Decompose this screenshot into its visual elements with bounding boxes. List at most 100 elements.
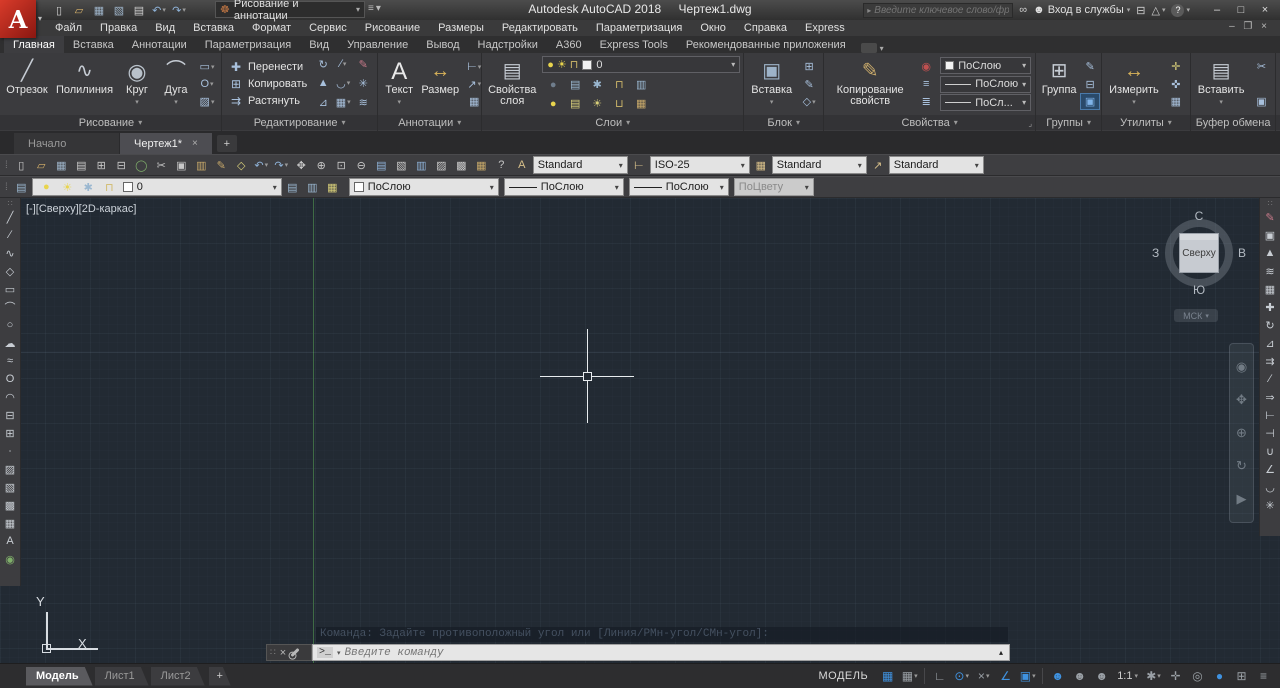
create-block-icon[interactable]: ⊞ — [799, 58, 819, 75]
annotation-scale-icon[interactable]: ☻ — [1091, 666, 1112, 686]
new-file-icon[interactable]: ▯ — [50, 2, 68, 18]
insert-block-icon[interactable]: ⊟ — [1, 406, 20, 424]
cut-icon[interactable]: ✂ — [152, 156, 171, 174]
tab-home[interactable]: Главная — [4, 36, 64, 53]
multileader-icon[interactable]: ↗▾ — [464, 76, 484, 93]
measure-button[interactable]: ↔ Измерить ▾ — [1106, 55, 1162, 113]
stretch-icon[interactable]: ⇉ — [1261, 352, 1280, 370]
ellipse-arc-icon[interactable]: ◠ — [1, 388, 20, 406]
break-at-point-icon[interactable]: ⊢ — [1261, 406, 1280, 424]
new-layout-button[interactable]: + — [209, 667, 231, 686]
search-icon[interactable]: ∞ — [1019, 4, 1027, 16]
wrench-icon[interactable] — [291, 648, 300, 657]
pan-hand-icon[interactable]: ✥ — [1236, 392, 1247, 408]
block-editor-icon[interactable]: ◇ — [232, 156, 251, 174]
toolbar-grip[interactable]: ∷ — [4, 200, 15, 208]
layer-select-combo[interactable]: ●☀⊓ 0 ▾ — [542, 56, 740, 73]
layer-walk-icon[interactable]: ▥ — [630, 75, 652, 94]
save-as-icon[interactable]: ▧ — [110, 2, 128, 18]
dialog-launcher-icon[interactable]: ⌟ — [1028, 119, 1032, 128]
designcenter-icon[interactable]: ▧ — [392, 156, 411, 174]
zoom-window-icon[interactable]: ⊡ — [332, 156, 351, 174]
ellipse-tool-icon[interactable]: Ο▾ — [197, 76, 217, 93]
toolbar-grip[interactable]: ⁞ — [2, 182, 11, 193]
cut-icon[interactable]: ✂ — [1251, 58, 1271, 75]
polyline-icon[interactable]: ∿ — [1, 244, 20, 262]
panel-title-properties[interactable]: Свойства▾⌟ — [824, 115, 1035, 130]
group-selection-icon[interactable]: ▣ — [1080, 93, 1100, 110]
a360-icon[interactable]: △▾ — [1152, 4, 1166, 17]
publish-icon[interactable]: ⊟ — [112, 156, 131, 174]
annotation-visibility-icon[interactable]: ☻ — [1047, 666, 1068, 686]
command-input[interactable] — [345, 647, 995, 659]
drawing-tab[interactable]: Чертеж1* × — [120, 133, 212, 154]
customization-icon[interactable]: ≡ — [1253, 666, 1274, 686]
help-button[interactable]: ?▾ — [1171, 4, 1190, 17]
restore-button[interactable]: □ — [1230, 2, 1252, 18]
autoscale-icon[interactable]: ☻ — [1069, 666, 1090, 686]
isolate-layer-icon[interactable]: ▤ — [564, 75, 586, 94]
rectangle-tool-icon[interactable]: ▭▾ — [197, 58, 217, 75]
quick-select-icon[interactable]: ✜ — [1166, 76, 1186, 93]
unlock-layer-icon[interactable]: ⊔ — [608, 94, 630, 113]
ellipse-icon[interactable]: Ο — [1, 370, 20, 388]
viewport-controls[interactable]: [-][Сверху][2D-каркас] — [26, 203, 136, 215]
panel-title-clipboard[interactable]: Буфер обмена — [1191, 115, 1276, 130]
logo-caret-icon[interactable]: ▾ — [38, 14, 42, 23]
sheet-set-manager-icon[interactable]: ▨ — [432, 156, 451, 174]
block-attributes-icon[interactable]: ◇▾ — [799, 93, 819, 110]
redo-icon[interactable]: ↷▾ — [272, 156, 291, 174]
point-icon[interactable]: ∙ — [1, 442, 20, 460]
plot-icon[interactable]: ▤ — [130, 2, 148, 18]
panel-title-utilities[interactable]: Утилиты▾ — [1102, 115, 1190, 130]
panel-title-groups[interactable]: Группы▾ — [1036, 115, 1101, 130]
isolate-objects-icon[interactable]: ◎ — [1187, 666, 1208, 686]
object-color-combo[interactable]: ПоСлою ▾ — [940, 57, 1031, 74]
menu-view[interactable]: Вид — [146, 22, 184, 34]
erase-icon[interactable]: ✎ — [1261, 208, 1280, 226]
dim-style-combo[interactable]: ISO-25▾ — [650, 156, 750, 174]
polar-tracking-icon[interactable]: ⊙▾ — [951, 666, 972, 686]
undo-icon[interactable]: ↶▾ — [150, 2, 168, 18]
copy-button[interactable]: ⊞Копировать — [226, 75, 309, 92]
model-space-badge[interactable]: МОДЕЛЬ — [810, 670, 876, 682]
menu-parametric[interactable]: Параметризация — [587, 22, 691, 34]
extend-icon[interactable]: ⇒ — [1261, 388, 1280, 406]
freeze-layer-icon[interactable]: ✱ — [586, 75, 608, 94]
command-prompt-icon[interactable]: >_ — [317, 647, 333, 658]
menu-format[interactable]: Формат — [243, 22, 300, 34]
point-style-icon[interactable]: ◉ — [1, 550, 20, 568]
zoom-tool-icon[interactable]: ⊕ — [1236, 425, 1247, 441]
otrack-icon[interactable]: ∠ — [995, 666, 1016, 686]
id-point-icon[interactable]: ✛ — [1166, 58, 1186, 75]
showmotion-icon[interactable]: ▶ — [1237, 491, 1247, 507]
save-icon[interactable]: ▦ — [52, 156, 71, 174]
menu-draw[interactable]: Рисование — [356, 22, 429, 34]
menu-window[interactable]: Окно — [691, 22, 735, 34]
copy-icon[interactable]: ▣ — [172, 156, 191, 174]
menu-insert[interactable]: Вставка — [184, 22, 243, 34]
copy-icon[interactable]: ▣ — [1261, 226, 1280, 244]
lineweight-combo[interactable]: ПоСлою ▾ — [940, 76, 1031, 93]
trim-icon[interactable]: ∕ — [1261, 370, 1280, 388]
panel-title-layers[interactable]: Слои▾ — [482, 115, 743, 130]
annotation-monitor-icon[interactable]: ✛ — [1165, 666, 1186, 686]
annotation-scale-button[interactable]: 1:1▾ — [1113, 670, 1142, 682]
erase-icon[interactable]: ✎ — [353, 56, 373, 73]
stretch-button[interactable]: ⇉Растянуть — [226, 93, 309, 110]
viewcube-west[interactable]: З — [1152, 246, 1159, 260]
signin-button[interactable]: ☻ Вход в службы ▾ — [1033, 4, 1130, 16]
markup-set-manager-icon[interactable]: ▩ — [452, 156, 471, 174]
menu-dimension[interactable]: Размеры — [429, 22, 493, 34]
open-file-icon[interactable]: ▱ — [70, 2, 88, 18]
rectangle-icon[interactable]: ▭ — [1, 280, 20, 298]
lock-layer-icon[interactable]: ⊓ — [608, 75, 630, 94]
zoom-previous-icon[interactable]: ⊖ — [352, 156, 371, 174]
menu-tools[interactable]: Сервис — [300, 22, 356, 34]
tab-featured-apps[interactable]: Рекомендованные приложения — [677, 36, 855, 53]
fillet-icon[interactable]: ◡ — [1261, 478, 1280, 496]
chevron-down-icon[interactable]: ▾ — [337, 649, 341, 657]
explode-icon[interactable]: ✳ — [353, 75, 373, 92]
ortho-icon[interactable]: ∟ — [929, 666, 950, 686]
dimension-button[interactable]: ↔ Размер — [420, 55, 460, 113]
